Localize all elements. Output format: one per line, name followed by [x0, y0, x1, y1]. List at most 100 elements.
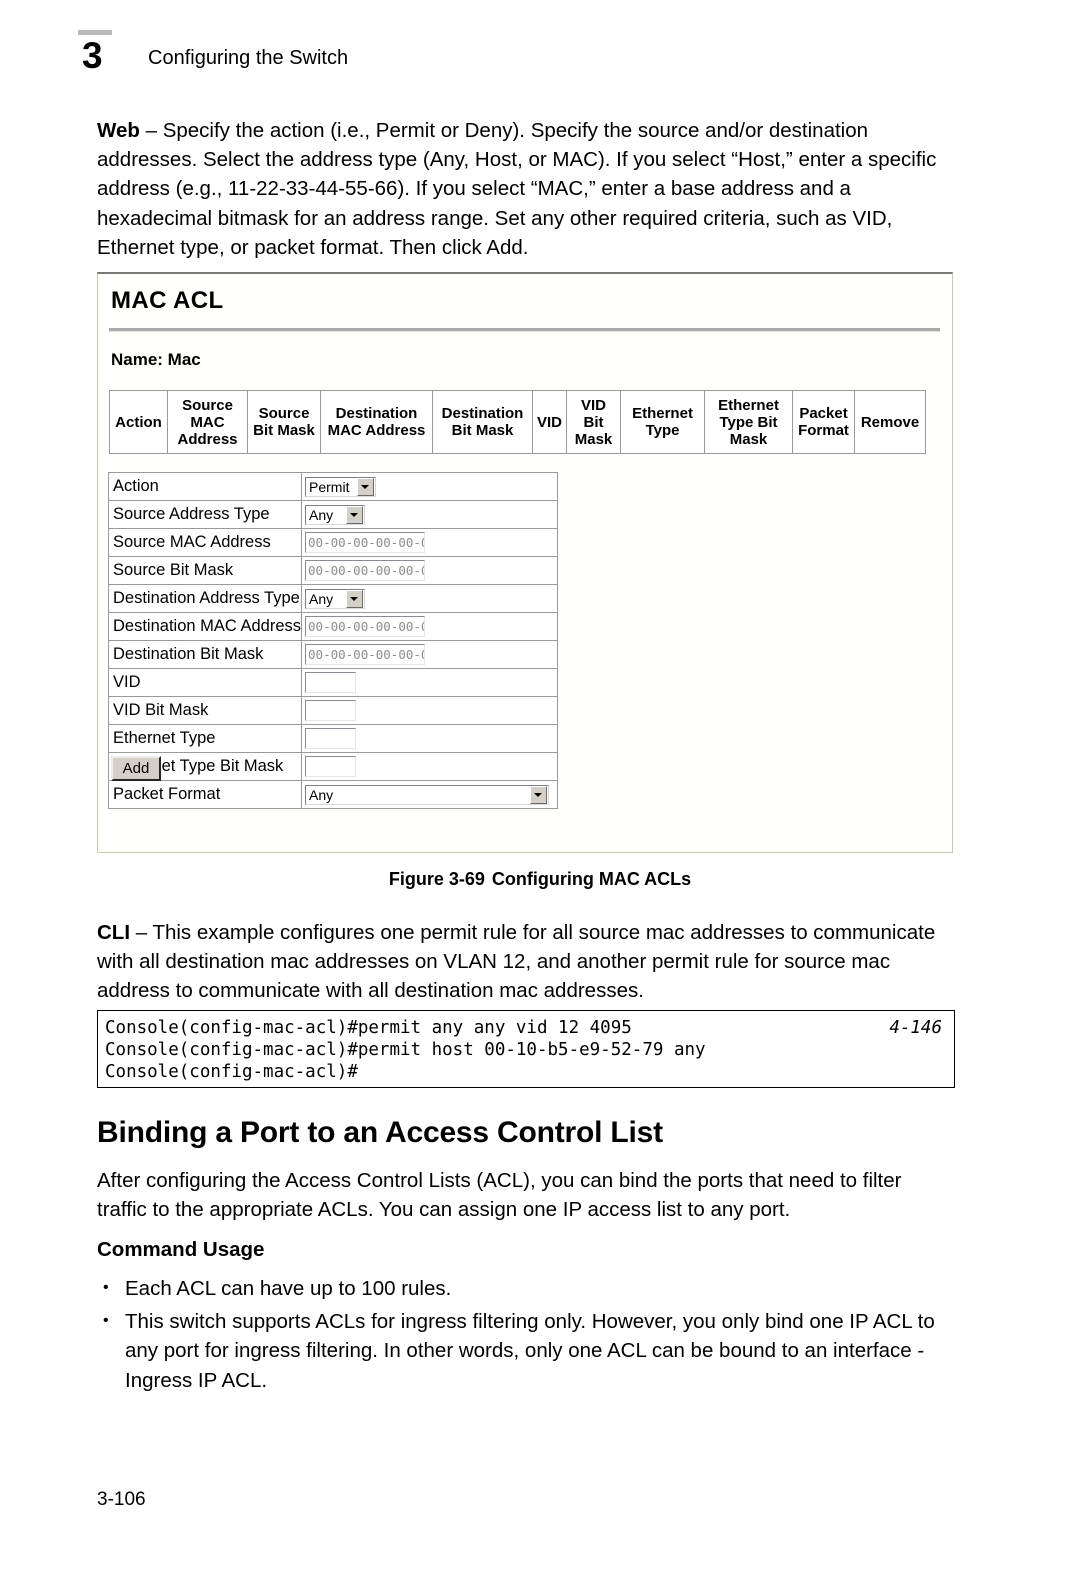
form-row-packet-format: Packet Format Any — [107, 780, 559, 809]
running-head: 3 Configuring the Switch — [78, 30, 938, 78]
column-header-remove: Remove — [854, 390, 927, 454]
form-row-source-address-type: Source Address Type Any — [107, 500, 559, 529]
table-header-row: Action Source MAC Address Source Bit Mas… — [109, 390, 927, 454]
ethernet-type-input[interactable] — [305, 728, 357, 749]
command-usage-list: Each ACL can have up to 100 rules. This … — [97, 1273, 957, 1399]
section-body-paragraph: After configuring the Access Control Lis… — [97, 1169, 902, 1222]
label-destination-address-type: Destination Address Type — [107, 584, 303, 613]
figure-number: Figure 3-69 — [388, 869, 485, 889]
packet-format-value: Any — [309, 786, 334, 803]
field-cell-destination-bit-mask: 00-00-00-00-00-00 — [301, 640, 559, 669]
column-header-source-mac-address: Source MAC Address — [167, 390, 248, 454]
label-packet-format: Packet Format — [107, 780, 303, 809]
source-address-type-select[interactable]: Any — [305, 504, 366, 525]
field-cell-vid-bit-mask — [301, 696, 559, 725]
web-instructions-text: Specify the action (i.e., Permit or Deny… — [97, 119, 937, 259]
source-mac-address-input[interactable]: 00-00-00-00-00-00 — [305, 532, 426, 553]
cli-instructions-paragraph: CLI – This example configures one permit… — [97, 918, 955, 1006]
column-header-destination-bit-mask: Destination Bit Mask — [432, 390, 533, 454]
acl-name-label: Name: Mac — [111, 350, 201, 369]
column-header-destination-mac-address: Destination MAC Address — [320, 390, 433, 454]
form-row-destination-address-type: Destination Address Type Any — [107, 584, 559, 613]
section-heading: Binding a Port to an Access Control List — [97, 1116, 663, 1149]
packet-format-select[interactable]: Any — [305, 784, 550, 805]
chapter-title: Configuring the Switch — [148, 47, 349, 69]
mac-acl-screenshot-panel: MAC ACL Name: Mac Action Source MAC Addr… — [97, 272, 953, 853]
destination-address-type-select[interactable]: Any — [305, 588, 366, 609]
field-cell-ethernet-type — [301, 724, 559, 753]
figure-title: Configuring MAC ACLs — [491, 869, 692, 889]
column-header-packet-format: Packet Format — [792, 390, 856, 454]
web-lead-label: Web — [97, 119, 140, 142]
column-header-ethernet-type: Ethernet Type — [620, 390, 706, 454]
console-line: Console(config-mac-acl)#permit any any v… — [105, 1017, 942, 1039]
console-line: Console(config-mac-acl)# — [105, 1062, 358, 1082]
action-select-value: Permit — [309, 478, 350, 495]
label-vid-bit-mask: VID Bit Mask — [107, 696, 303, 725]
label-vid: VID — [107, 668, 303, 697]
vid-input[interactable] — [305, 672, 357, 693]
form-row-destination-bit-mask: Destination Bit Mask 00-00-00-00-00-00 — [107, 640, 559, 669]
figure-caption: Figure 3-69 Configuring MAC ACLs — [0, 869, 1080, 890]
panel-divider — [109, 328, 940, 332]
add-button[interactable]: Add — [111, 756, 161, 781]
label-destination-mac-address: Destination MAC Address — [107, 612, 303, 641]
form-row-ethernet-type: Ethernet Type — [107, 724, 559, 753]
chevron-down-icon[interactable] — [357, 477, 375, 496]
form-row-ethernet-type-bit-mask: Ethernet Type Bit Mask — [107, 752, 559, 781]
label-action: Action — [107, 472, 303, 501]
destination-address-type-value: Any — [309, 590, 334, 607]
form-row-source-bit-mask: Source Bit Mask 00-00-00-00-00-00 — [107, 556, 559, 585]
vid-bit-mask-input[interactable] — [305, 700, 357, 721]
action-select[interactable]: Permit — [305, 476, 377, 497]
acl-rule-table-header: Action Source MAC Address Source Bit Mas… — [109, 390, 927, 454]
web-dash: – — [139, 119, 163, 142]
ethernet-type-bit-mask-input[interactable] — [305, 756, 357, 777]
chevron-down-icon[interactable] — [346, 589, 364, 608]
field-cell-destination-mac-address: 00-00-00-00-00-00 — [301, 612, 559, 641]
chapter-number: 3 — [82, 35, 103, 76]
console-line-text: Console(config-mac-acl)#permit any any v… — [105, 1018, 632, 1038]
page-number: 3-106 — [97, 1489, 146, 1510]
cli-console-block: Console(config-mac-acl)#permit any any v… — [97, 1010, 955, 1088]
field-cell-destination-address-type: Any — [301, 584, 559, 613]
column-header-source-bit-mask: Source Bit Mask — [247, 390, 321, 454]
column-header-vid-bit-mask: VID Bit Mask — [566, 390, 622, 454]
label-source-bit-mask: Source Bit Mask — [107, 556, 303, 585]
list-item: Each ACL can have up to 100 rules. — [97, 1273, 957, 1303]
chevron-down-icon[interactable] — [530, 785, 548, 804]
acl-entry-form: Action Permit Source Address Type Any So… — [107, 472, 559, 809]
form-row-action: Action Permit — [107, 472, 559, 501]
label-source-address-type: Source Address Type — [107, 500, 303, 529]
command-usage-heading: Command Usage — [97, 1238, 265, 1261]
list-item: This switch supports ACLs for ingress fi… — [97, 1306, 957, 1395]
column-header-vid: VID — [531, 390, 568, 454]
cli-lead-label: CLI — [97, 921, 131, 944]
destination-bit-mask-input[interactable]: 00-00-00-00-00-00 — [305, 644, 426, 665]
column-header-action: Action — [109, 390, 168, 454]
cli-dash: – — [130, 921, 153, 944]
cli-instructions-text: This example configures one permit rule … — [97, 921, 936, 1003]
column-header-ethernet-type-bit-mask: Ethernet Type Bit Mask — [704, 390, 794, 454]
source-bit-mask-input[interactable]: 00-00-00-00-00-00 — [305, 560, 426, 581]
console-line: Console(config-mac-acl)#permit host 00-1… — [105, 1040, 706, 1060]
form-row-vid: VID — [107, 668, 559, 697]
field-cell-source-mac-address: 00-00-00-00-00-00 — [301, 528, 559, 557]
field-cell-ethernet-type-bit-mask — [301, 752, 559, 781]
field-cell-packet-format: Any — [301, 780, 559, 809]
web-instructions-paragraph: Web – Specify the action (i.e., Permit o… — [97, 116, 955, 262]
command-page-reference: 4-146 — [889, 1018, 942, 1038]
form-row-vid-bit-mask: VID Bit Mask — [107, 696, 559, 725]
form-row-destination-mac-address: Destination MAC Address 00-00-00-00-00-0… — [107, 612, 559, 641]
panel-title: MAC ACL — [111, 287, 224, 314]
field-cell-action: Permit — [301, 472, 559, 501]
chevron-down-icon[interactable] — [346, 505, 364, 524]
destination-mac-address-input[interactable]: 00-00-00-00-00-00 — [305, 616, 426, 637]
label-source-mac-address: Source MAC Address — [107, 528, 303, 557]
form-row-source-mac-address: Source MAC Address 00-00-00-00-00-00 — [107, 528, 559, 557]
field-cell-source-bit-mask: 00-00-00-00-00-00 — [301, 556, 559, 585]
source-address-type-value: Any — [309, 506, 334, 523]
label-ethernet-type: Ethernet Type — [107, 724, 303, 753]
field-cell-vid — [301, 668, 559, 697]
label-destination-bit-mask: Destination Bit Mask — [107, 640, 303, 669]
